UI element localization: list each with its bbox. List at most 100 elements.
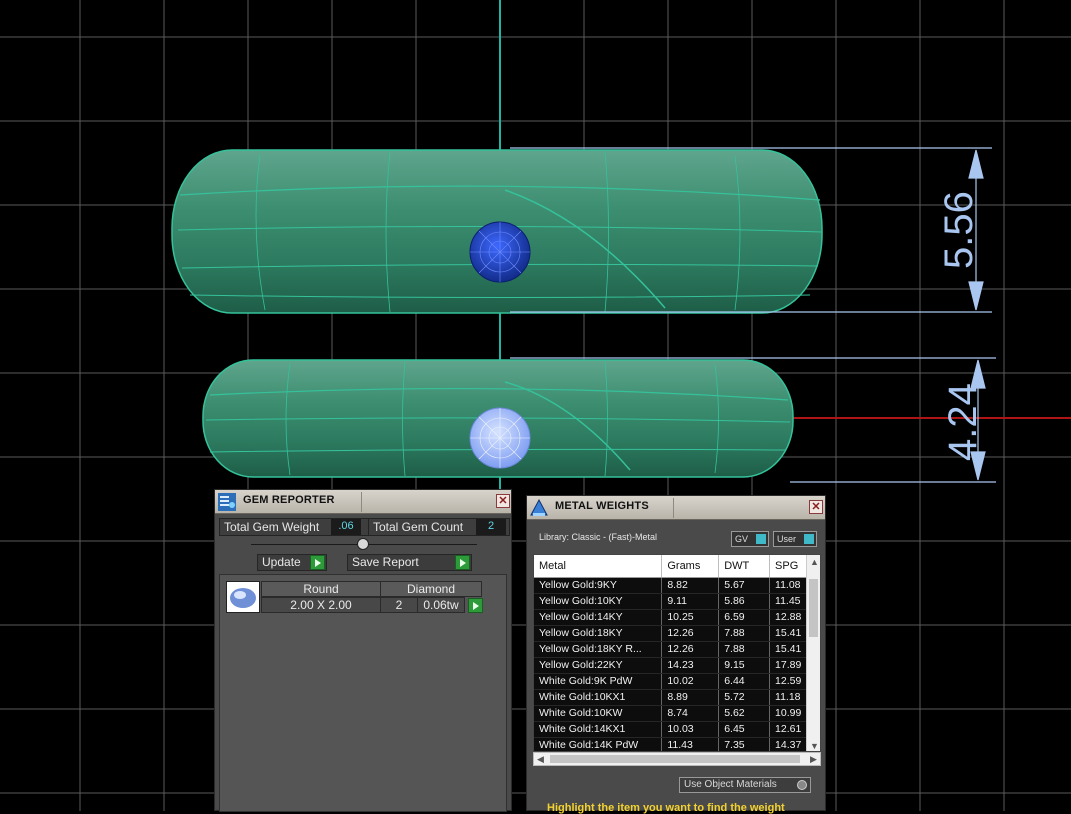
column-header-dwt[interactable]: DWT (718, 555, 771, 578)
grams-cell[interactable]: 10.25 (661, 609, 720, 626)
gem-reporter-title: GEM REPORTER (243, 494, 335, 506)
spg-cell[interactable]: 11.18 (769, 689, 808, 706)
dwt-cell[interactable]: 5.72 (718, 689, 771, 706)
column-header-grams[interactable]: Grams (661, 555, 720, 578)
hint-text: Highlight the item you want to find the … (547, 802, 785, 814)
spg-cell[interactable]: 15.41 (769, 625, 808, 642)
metal-cell[interactable]: Yellow Gold:18KY R... (534, 641, 663, 658)
dwt-cell[interactable]: 7.88 (718, 625, 771, 642)
dwt-cell[interactable]: 5.67 (718, 577, 771, 594)
vertical-scroll-thumb[interactable] (809, 579, 818, 637)
gem-reporter-close-button[interactable]: ✕ (496, 494, 510, 508)
grams-cell[interactable]: 8.74 (661, 705, 720, 722)
table-row[interactable]: Yellow Gold:14KY 10.25 6.59 12.88 (534, 609, 808, 626)
metal-cell[interactable]: Yellow Gold:14KY (534, 609, 663, 626)
update-go-icon[interactable] (310, 555, 325, 570)
save-report-button[interactable]: Save Report (347, 554, 472, 571)
library-label: Library: Classic - (Fast)-Metal (539, 532, 658, 542)
dwt-cell[interactable]: 5.86 (718, 593, 771, 610)
gem-bottom[interactable] (469, 407, 531, 469)
table-row[interactable]: White Gold:9K PdW 10.02 6.44 12.59 (534, 673, 808, 690)
dwt-cell[interactable]: 6.44 (718, 673, 771, 690)
horizontal-scroll-thumb[interactable] (550, 755, 800, 763)
column-header-spg[interactable]: SPG (769, 555, 808, 578)
metal-cell[interactable]: White Gold:9K PdW (534, 673, 663, 690)
metal-cell[interactable]: Yellow Gold:9KY (534, 577, 663, 594)
grams-cell[interactable]: 10.02 (661, 673, 720, 690)
user-toggle-switch[interactable] (804, 534, 814, 544)
dwt-cell[interactable]: 6.45 (718, 721, 771, 738)
grams-cell[interactable]: 8.82 (661, 577, 720, 594)
slider-handle[interactable] (357, 538, 369, 550)
scroll-up-icon[interactable]: ▲ (810, 557, 819, 567)
use-object-materials-radio[interactable] (797, 780, 807, 790)
total-gem-weight-label: Total Gem Weight (224, 520, 320, 534)
gem-cut-header: Round (261, 581, 381, 597)
table-row[interactable]: Yellow Gold:22KY 14.23 9.15 17.89 (534, 657, 808, 674)
dwt-cell[interactable]: 7.88 (718, 641, 771, 658)
total-gem-count-label: Total Gem Count (373, 520, 464, 534)
gem-list: Round Diamond 2.00 X 2.00 2 0.06tw (219, 574, 507, 812)
spg-cell[interactable]: 11.45 (769, 593, 808, 610)
gv-toggle[interactable]: GV (731, 531, 769, 547)
save-report-go-icon[interactable] (455, 555, 470, 570)
metal-cell[interactable]: White Gold:10KX1 (534, 689, 663, 706)
metal-weights-title: METAL WEIGHTS (555, 500, 649, 512)
table-row[interactable]: White Gold:14K PdW 11.43 7.35 14.37 (534, 737, 808, 751)
spg-cell[interactable]: 12.59 (769, 673, 808, 690)
spg-cell[interactable]: 12.61 (769, 721, 808, 738)
table-row[interactable]: Yellow Gold:10KY 9.11 5.86 11.45 (534, 593, 808, 610)
spg-cell[interactable]: 12.88 (769, 609, 808, 626)
metal-cell[interactable]: White Gold:10KW (534, 705, 663, 722)
grams-cell[interactable]: 12.26 (661, 625, 720, 642)
metal-cell[interactable]: Yellow Gold:10KY (534, 593, 663, 610)
gem-top[interactable] (469, 221, 531, 283)
gem-weight[interactable]: 0.06tw (417, 597, 465, 613)
user-toggle[interactable]: User (773, 531, 817, 547)
dwt-cell[interactable]: 9.15 (718, 657, 771, 674)
table-row[interactable]: White Gold:10KW 8.74 5.62 10.99 (534, 705, 808, 722)
metal-cell[interactable]: Yellow Gold:18KY (534, 625, 663, 642)
grams-cell[interactable]: 10.03 (661, 721, 720, 738)
dwt-cell[interactable]: 5.62 (718, 705, 771, 722)
gv-toggle-switch[interactable] (756, 534, 766, 544)
table-row[interactable]: Yellow Gold:18KY R... 12.26 7.88 15.41 (534, 641, 808, 658)
spg-cell[interactable]: 14.37 (769, 737, 808, 751)
spg-cell[interactable]: 17.89 (769, 657, 808, 674)
grams-cell[interactable]: 9.11 (661, 593, 720, 610)
metal-weights-titlebar[interactable]: METAL WEIGHTS ✕ (527, 496, 825, 520)
grams-cell[interactable]: 14.23 (661, 657, 720, 674)
table-row[interactable]: Yellow Gold:18KY 12.26 7.88 15.41 (534, 625, 808, 642)
spg-cell[interactable]: 15.41 (769, 641, 808, 658)
grams-cell[interactable]: 11.43 (661, 737, 720, 751)
metal-weights-table: Metal Grams DWT SPG Yellow Gold:9KY 8.82 5… (533, 554, 821, 752)
dwt-cell[interactable]: 6.59 (718, 609, 771, 626)
table-row[interactable]: White Gold:10KX1 8.89 5.72 11.18 (534, 689, 808, 706)
grams-cell[interactable]: 12.26 (661, 641, 720, 658)
scroll-down-icon[interactable]: ▼ (810, 741, 819, 751)
grams-cell[interactable]: 8.89 (661, 689, 720, 706)
gem-row-go-icon[interactable] (468, 598, 483, 613)
metal-cell[interactable]: Yellow Gold:22KY (534, 657, 663, 674)
table-horizontal-scrollbar[interactable]: ◀ ▶ (533, 752, 821, 766)
scroll-left-icon[interactable]: ◀ (537, 754, 544, 765)
user-toggle-label: User (777, 534, 797, 544)
gem-reporter-panel: GEM REPORTER ✕ Total Gem Weight .06 Tota… (214, 489, 512, 812)
metal-cell[interactable]: White Gold:14KX1 (534, 721, 663, 738)
spg-cell[interactable]: 10.99 (769, 705, 808, 722)
gem-reporter-titlebar[interactable]: GEM REPORTER ✕ (215, 490, 511, 514)
scroll-right-icon[interactable]: ▶ (810, 754, 817, 765)
dwt-cell[interactable]: 7.35 (718, 737, 771, 751)
table-row[interactable]: Yellow Gold:9KY 8.82 5.67 11.08 (534, 577, 808, 594)
table-row[interactable]: White Gold:14KX1 10.03 6.45 12.61 (534, 721, 808, 738)
metal-cell[interactable]: White Gold:14K PdW (534, 737, 663, 751)
spg-cell[interactable]: 11.08 (769, 577, 808, 594)
use-object-materials-option[interactable]: Use Object Materials (679, 777, 811, 793)
column-header-metal[interactable]: Metal (534, 555, 663, 578)
gem-count[interactable]: 2 (380, 597, 418, 613)
titlebar-divider (673, 498, 674, 518)
table-vertical-scrollbar[interactable]: ▲ ▼ (806, 555, 820, 751)
gem-size[interactable]: 2.00 X 2.00 (261, 597, 381, 613)
metal-weights-close-button[interactable]: ✕ (809, 500, 823, 514)
gem-thumbnail-icon[interactable] (226, 581, 260, 613)
